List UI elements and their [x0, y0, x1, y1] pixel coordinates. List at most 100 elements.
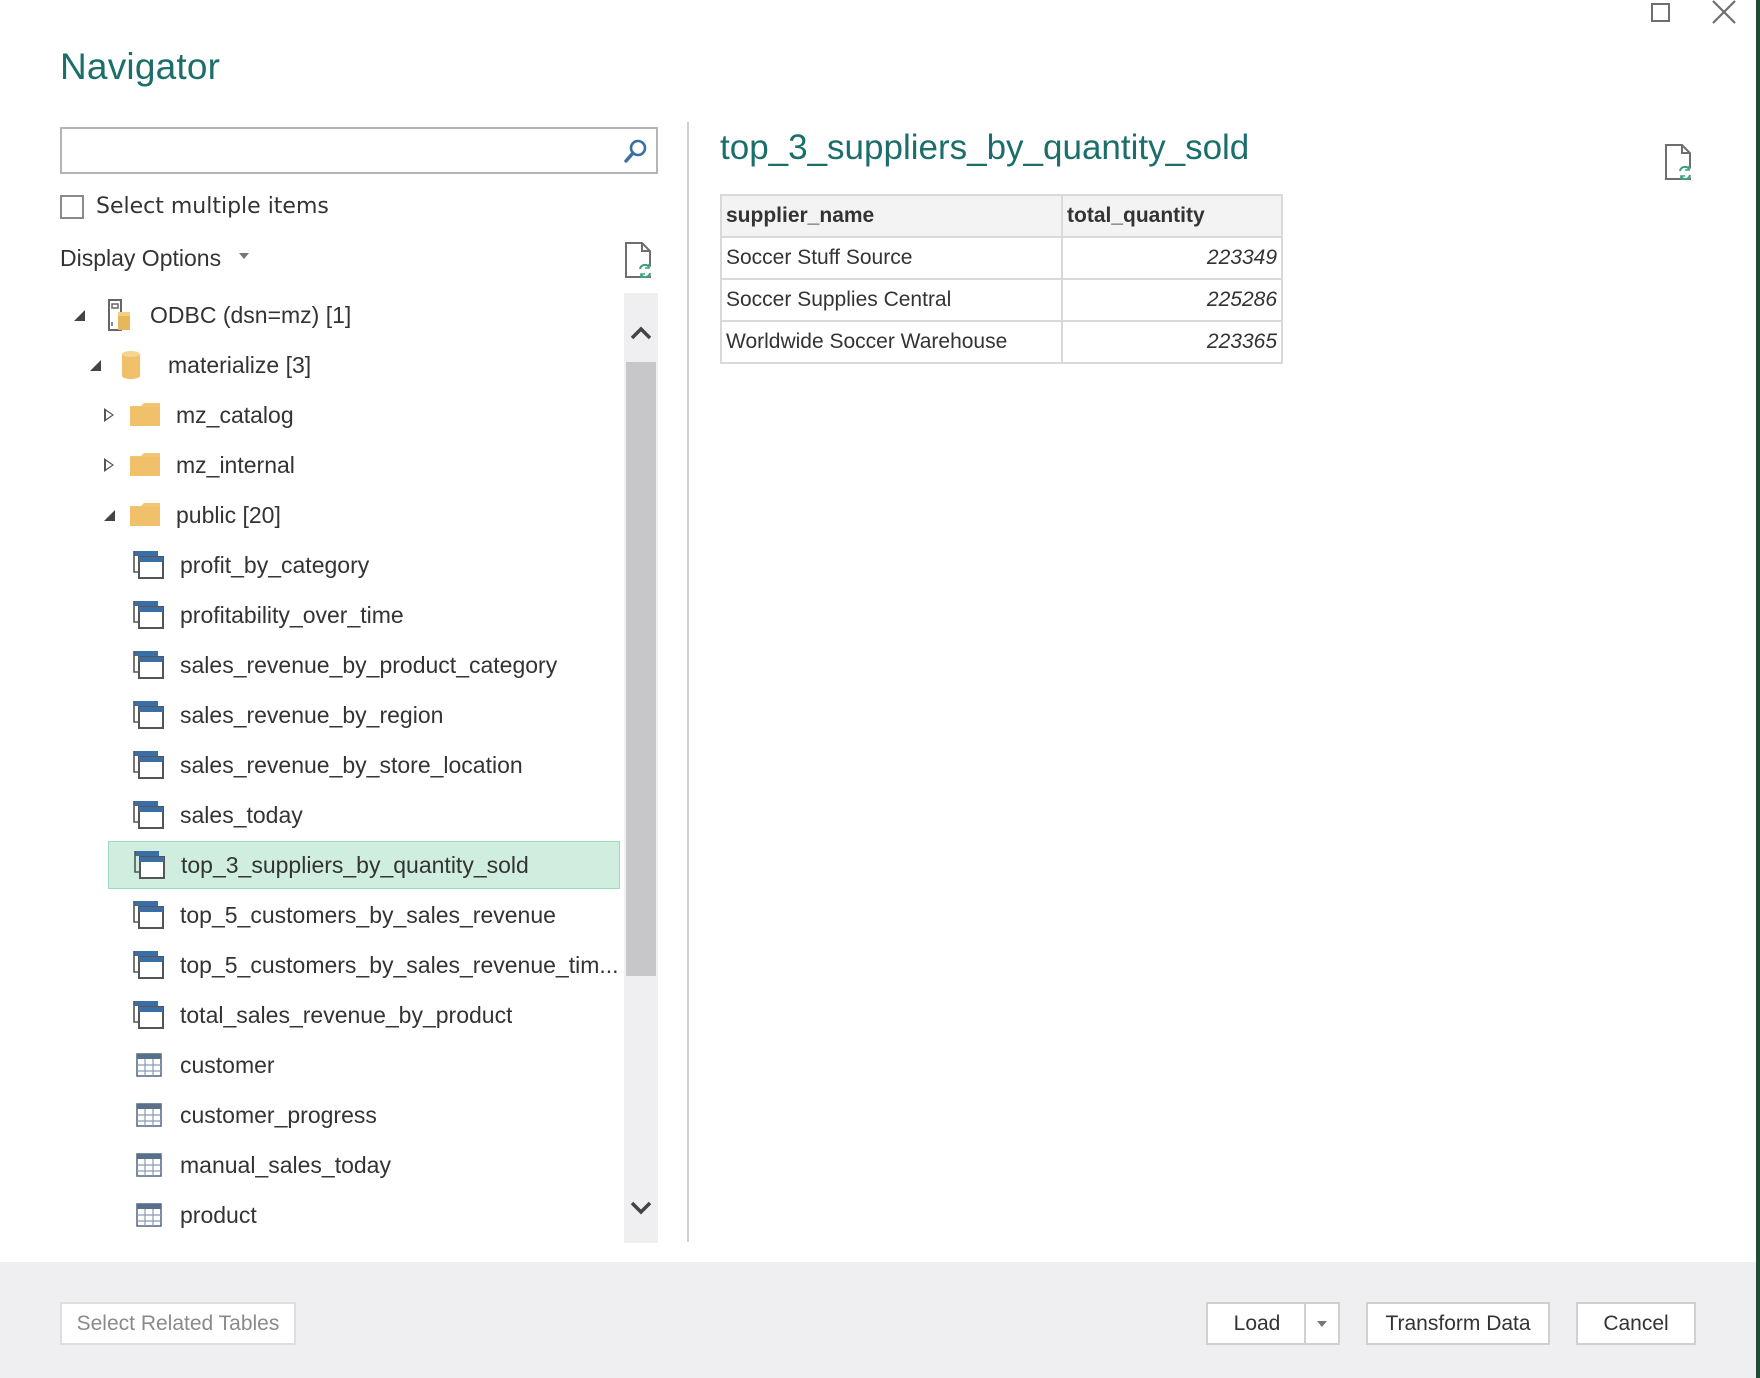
triangle-collapsed-icon — [104, 408, 114, 422]
tree-item-label: mz_internal — [176, 451, 295, 478]
view-icon — [132, 648, 166, 682]
search-box[interactable] — [60, 127, 658, 174]
tree-item[interactable]: mz_internal — [60, 441, 620, 489]
tree-item-label: materialize [3] — [168, 351, 312, 378]
view-icon — [132, 698, 166, 732]
tree-item[interactable]: profit_by_category — [60, 541, 620, 589]
tree-item-label: ODBC (dsn=mz) [1] — [150, 301, 352, 328]
display-options-dropdown[interactable]: Display Options — [60, 245, 250, 272]
tree-item[interactable]: public [20] — [60, 491, 620, 539]
column-header: total_quantity — [1061, 194, 1283, 238]
select-multiple-items[interactable]: Select multiple items — [60, 194, 329, 219]
view-icon — [132, 998, 166, 1032]
tree-item-label: customer_progress — [180, 1101, 377, 1128]
view-icon — [132, 548, 166, 582]
tree-item[interactable]: mz_catalog — [60, 391, 620, 439]
tree-item[interactable]: profitability_over_time — [60, 591, 620, 639]
tree-item-label: manual_sales_today — [180, 1151, 391, 1178]
close-button[interactable] — [1704, 0, 1744, 28]
refresh-preview-icon[interactable] — [1662, 142, 1696, 182]
tree-item-label: top_5_customers_by_sales_revenue_tim... — [180, 951, 619, 978]
tree-item[interactable]: total_sales_revenue_by_product — [60, 991, 620, 1039]
tree-item[interactable]: materialize [3] — [60, 341, 620, 389]
table-row: Soccer Stuff Source 223349 — [720, 236, 1283, 280]
tree-item-label: profit_by_category — [180, 551, 370, 578]
tree-item[interactable]: top_5_customers_by_sales_revenue_tim... — [60, 941, 620, 989]
dialog-title: Navigator — [60, 46, 221, 87]
chevron-down-icon — [239, 252, 250, 259]
pane-divider[interactable] — [687, 122, 689, 1242]
table-cell: Soccer Supplies Central — [720, 278, 1063, 322]
tree-item-label: mz_catalog — [176, 401, 294, 428]
view-icon — [132, 898, 166, 932]
refresh-icon[interactable] — [622, 240, 656, 280]
view-icon — [132, 798, 166, 832]
tree-item[interactable]: customer_progress — [60, 1091, 620, 1139]
table-cell: 225286 — [1061, 278, 1283, 322]
maximize-icon — [1650, 2, 1670, 22]
view-icon — [132, 598, 166, 632]
maximize-button[interactable] — [1640, 0, 1680, 28]
view-icon — [133, 848, 167, 882]
tree-item-label: total_sales_revenue_by_product — [180, 1001, 513, 1028]
column-header: supplier_name — [720, 194, 1063, 238]
table-header-row: supplier_name total_quantity — [720, 194, 1283, 238]
chevron-down-icon — [1317, 1320, 1327, 1327]
tree-item-label: top_3_suppliers_by_quantity_sold — [181, 851, 529, 878]
table-icon — [132, 1198, 166, 1232]
tree-scrollbar[interactable] — [624, 293, 658, 1243]
collapse-toggle[interactable] — [86, 359, 104, 371]
load-options-dropdown[interactable] — [1304, 1302, 1340, 1345]
collapse-toggle[interactable] — [100, 509, 118, 521]
preview-title: top_3_suppliers_by_quantity_sold — [720, 128, 1250, 167]
cancel-button[interactable]: Cancel — [1576, 1302, 1696, 1345]
tree-item-label: profitability_over_time — [180, 601, 404, 628]
scroll-down-button[interactable] — [624, 1173, 658, 1243]
tree-item-label: product — [180, 1201, 257, 1228]
database-icon — [114, 348, 148, 382]
select-multiple-checkbox[interactable] — [60, 194, 84, 219]
folder-icon — [128, 448, 162, 482]
transform-data-button[interactable]: Transform Data — [1366, 1302, 1550, 1345]
table-icon — [132, 1048, 166, 1082]
search-icon[interactable] — [622, 137, 650, 165]
tree-item-label: sales_revenue_by_store_location — [180, 751, 523, 778]
window-edge — [1756, 0, 1760, 1378]
select-related-tables-button[interactable]: Select Related Tables — [60, 1302, 296, 1345]
folder-icon — [128, 398, 162, 432]
table-cell: Soccer Stuff Source — [720, 236, 1063, 280]
scroll-up-button[interactable] — [624, 313, 658, 353]
tree-item[interactable]: product — [60, 1191, 620, 1239]
triangle-expanded-icon — [89, 359, 101, 371]
collapse-toggle[interactable] — [70, 309, 88, 321]
chevron-up-icon — [630, 326, 652, 340]
tree-item[interactable]: sales_revenue_by_store_location — [60, 741, 620, 789]
folder-icon — [128, 498, 162, 532]
tree-item[interactable]: sales_revenue_by_product_category — [60, 641, 620, 689]
tree-item-label: public [20] — [176, 501, 281, 528]
load-button[interactable]: Load — [1206, 1302, 1306, 1345]
tree-item[interactable]: sales_revenue_by_region — [60, 691, 620, 739]
tree-item[interactable]: top_3_suppliers_by_quantity_sold — [108, 841, 620, 889]
tree-item-label: sales_today — [180, 801, 303, 828]
display-options-label: Display Options — [60, 245, 222, 271]
tree-item-label: sales_revenue_by_product_category — [180, 651, 558, 678]
tree-item[interactable]: sales_today — [60, 791, 620, 839]
tree-item[interactable]: manual_sales_today — [60, 1141, 620, 1189]
tree-item[interactable]: top_5_customers_by_sales_revenue — [60, 891, 620, 939]
triangle-collapsed-icon — [104, 458, 114, 472]
table-icon — [132, 1098, 166, 1132]
scrollbar-thumb[interactable] — [626, 362, 656, 976]
expand-toggle[interactable] — [100, 408, 118, 422]
tree-item[interactable]: customer — [60, 1041, 620, 1089]
table-cell: 223365 — [1061, 320, 1283, 364]
table-icon — [132, 1148, 166, 1182]
triangle-expanded-icon — [103, 509, 115, 521]
search-input[interactable] — [62, 129, 602, 172]
view-icon — [132, 748, 166, 782]
tree-item-label: customer — [180, 1051, 275, 1078]
preview-table: supplier_name total_quantity Soccer Stuf… — [720, 194, 1283, 364]
table-row: Worldwide Soccer Warehouse 223365 — [720, 320, 1283, 364]
tree-item[interactable]: ODBC (dsn=mz) [1] — [60, 293, 620, 339]
expand-toggle[interactable] — [100, 458, 118, 472]
